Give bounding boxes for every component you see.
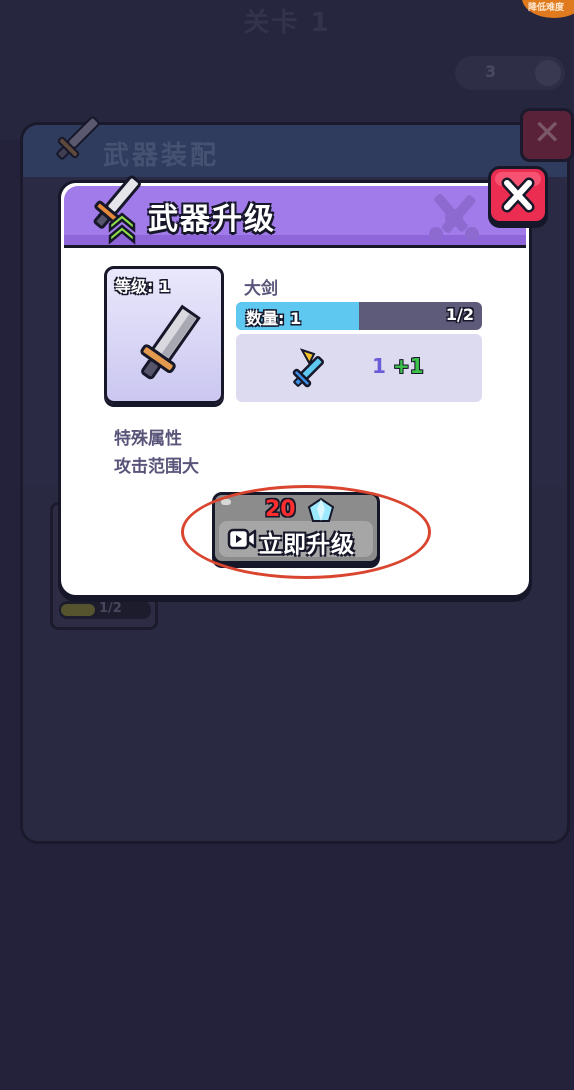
item-name: 大剑 bbox=[244, 279, 278, 299]
quantity-count: 1/2 bbox=[445, 305, 474, 324]
weapon-item-card: 等级: 1 bbox=[104, 266, 224, 404]
background-close-button[interactable]: ✕ bbox=[520, 108, 574, 162]
close-icon: ✕ bbox=[533, 113, 562, 153]
background-card-progress-label: 1/2 bbox=[99, 601, 122, 616]
quantity-label: 数量: 1 bbox=[246, 309, 302, 328]
sword-upgrade-icon bbox=[93, 175, 141, 245]
crossed-swords-icon bbox=[429, 193, 479, 241]
upgrade-cost: 20 bbox=[265, 497, 296, 522]
attack-stat-box: 1 +1 bbox=[236, 334, 482, 402]
special-attribute-value: 攻击范围大 bbox=[114, 457, 199, 477]
diamond-icon bbox=[307, 497, 335, 522]
quantity-progress-bar: 数量: 1 1/2 bbox=[236, 302, 482, 330]
attack-stat-value: 1 bbox=[372, 354, 386, 378]
video-icon bbox=[227, 528, 257, 550]
dialog-close-button[interactable] bbox=[488, 166, 548, 224]
counter-pill: 3 bbox=[455, 56, 565, 90]
sword-icon bbox=[56, 116, 100, 160]
dialog-title: 武器升级 bbox=[148, 202, 276, 237]
corner-badge-label: 降低难度 bbox=[528, 3, 565, 13]
greatsword-icon bbox=[140, 304, 201, 380]
attack-stat-bonus: +1 bbox=[393, 354, 424, 378]
upgrade-button-label: 立即升级 bbox=[259, 532, 355, 558]
item-level-label: 等级: 1 bbox=[115, 277, 171, 296]
close-icon bbox=[501, 177, 535, 213]
special-attribute-title: 特殊属性 bbox=[114, 429, 182, 449]
counter-value: 3 bbox=[485, 62, 497, 81]
level-title: 关卡 1 bbox=[243, 8, 331, 38]
background-card-progress: 1/2 bbox=[59, 601, 151, 619]
background-card-progress-fill bbox=[61, 604, 95, 616]
attack-sword-icon bbox=[292, 348, 324, 388]
counter-toggle[interactable] bbox=[535, 60, 561, 86]
weapon-equip-title: 武器装配 bbox=[103, 141, 220, 171]
upgrade-now-button[interactable]: 20 立即升级 bbox=[212, 492, 380, 564]
